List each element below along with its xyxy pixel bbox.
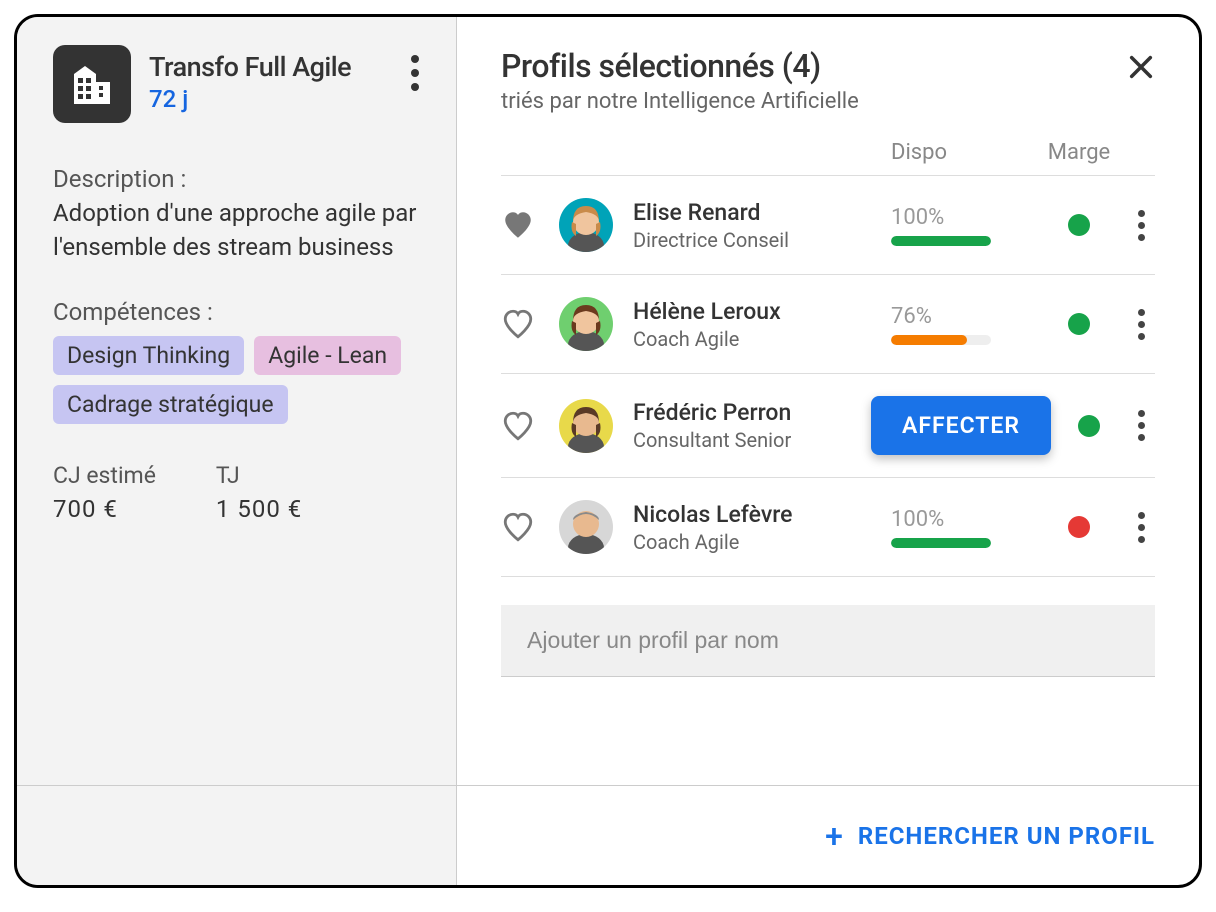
panel-subtitle: triés par notre Intelligence Artificiell… — [501, 89, 859, 114]
profile-row[interactable]: Hélène LerouxCoach Agile76% — [501, 275, 1155, 374]
profile-row[interactable]: Nicolas LefèvreCoach Agile100% — [501, 478, 1155, 577]
left-footer — [17, 785, 456, 885]
avatar[interactable] — [559, 399, 613, 453]
col-marge-header: Marge — [1048, 140, 1110, 165]
profile-name: Elise Renard — [633, 199, 891, 226]
right-footer: + RECHERCHER UN PROFIL — [457, 785, 1199, 885]
skill-tag[interactable]: Cadrage stratégique — [53, 385, 288, 424]
skill-tags: Design Thinking Agile - Lean Cadrage strat… — [53, 336, 420, 424]
dispo-percent: 100% — [891, 205, 1031, 230]
profile-row[interactable]: Frédéric PerronConsultant SeniorAFFECTER — [501, 374, 1155, 478]
profile-role: Consultant Senior — [633, 428, 891, 452]
project-days[interactable]: 72 j — [149, 85, 392, 113]
close-icon[interactable] — [1127, 47, 1155, 87]
skill-tag[interactable]: Design Thinking — [53, 336, 244, 375]
marge-status-dot — [1068, 516, 1090, 538]
dispo-percent: 100% — [891, 507, 1031, 532]
profile-name: Hélène Leroux — [633, 298, 891, 325]
marge-status-dot — [1078, 415, 1100, 437]
profile-name: Frédéric Perron — [633, 399, 891, 426]
dispo-bar — [891, 335, 991, 345]
building-icon — [53, 45, 131, 123]
tj-label: TJ — [216, 462, 302, 489]
search-profile-label: RECHERCHER UN PROFIL — [858, 822, 1155, 850]
assign-button[interactable]: AFFECTER — [871, 396, 1051, 455]
row-menu-icon[interactable] — [1127, 210, 1155, 241]
heart-outline-icon[interactable] — [501, 409, 535, 443]
dispo-percent: 76% — [891, 304, 1031, 329]
description-text: Adoption d'une approche agile par l'ense… — [53, 197, 420, 264]
modal-window: Transfo Full Agile 72 j Description : Ad… — [14, 14, 1202, 888]
profile-role: Directrice Conseil — [633, 228, 891, 252]
add-profile-input[interactable] — [501, 605, 1155, 677]
dispo-bar — [891, 236, 991, 246]
avatar[interactable] — [559, 297, 613, 351]
description-label: Description : — [53, 165, 420, 193]
profile-row[interactable]: Elise RenardDirectrice Conseil100% — [501, 176, 1155, 275]
search-profile-button[interactable]: + RECHERCHER UN PROFIL — [825, 820, 1155, 852]
row-menu-icon[interactable] — [1127, 410, 1155, 441]
cj-value: 700 € — [53, 495, 156, 523]
profile-name: Nicolas Lefèvre — [633, 501, 891, 528]
project-menu-icon[interactable] — [410, 45, 420, 91]
tj-value: 1 500 € — [216, 495, 302, 523]
row-menu-icon[interactable] — [1127, 309, 1155, 340]
dispo-bar — [891, 538, 991, 548]
panel-title: Profils sélectionnés (4) — [501, 47, 859, 85]
project-title: Transfo Full Agile — [149, 51, 392, 83]
avatar[interactable] — [559, 500, 613, 554]
avatar[interactable] — [559, 198, 613, 252]
plus-icon: + — [825, 820, 844, 852]
heart-outline-icon[interactable] — [501, 307, 535, 341]
skill-tag[interactable]: Agile - Lean — [254, 336, 401, 375]
marge-status-dot — [1068, 214, 1090, 236]
list-header: Dispo Marge — [501, 132, 1155, 176]
marge-status-dot — [1068, 313, 1090, 335]
skills-label: Compétences : — [53, 298, 420, 326]
heart-outline-icon[interactable] — [501, 510, 535, 544]
cj-label: CJ estimé — [53, 462, 156, 489]
profiles-panel: Profils sélectionnés (4) triés par notre… — [457, 17, 1199, 885]
col-dispo-header: Dispo — [891, 140, 947, 165]
profile-role: Coach Agile — [633, 327, 891, 351]
row-menu-icon[interactable] — [1127, 512, 1155, 543]
project-panel: Transfo Full Agile 72 j Description : Ad… — [17, 17, 457, 885]
heart-filled-icon[interactable] — [501, 208, 535, 242]
profile-list: Elise RenardDirectrice Conseil100% Hélèn… — [501, 176, 1155, 577]
profile-role: Coach Agile — [633, 530, 891, 554]
